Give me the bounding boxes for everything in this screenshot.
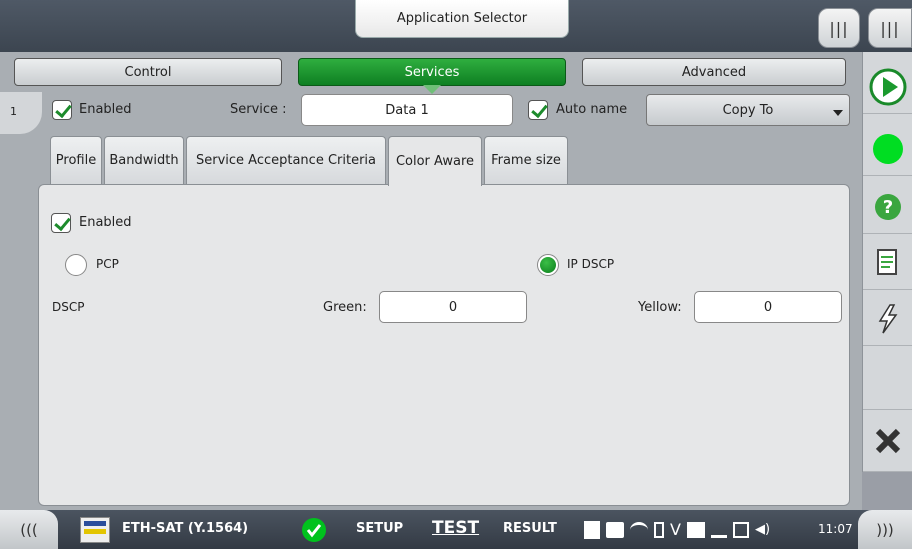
collapse-left-icon[interactable]: (((: [0, 510, 58, 549]
result-link[interactable]: RESULT: [503, 521, 557, 536]
service-index-tab[interactable]: 1: [0, 92, 42, 134]
color-aware-enabled-checkbox[interactable]: [51, 213, 71, 233]
service-name-input[interactable]: Data 1: [301, 94, 513, 126]
dscp-label: DSCP: [52, 300, 85, 314]
lightning-icon[interactable]: [863, 292, 912, 346]
v-icon: V: [670, 520, 681, 539]
report-icon[interactable]: [863, 236, 912, 290]
yellow-dscp-value: 0: [763, 299, 773, 315]
network-icon: [732, 521, 749, 538]
svg-text:?: ?: [883, 197, 893, 218]
expand-right-icon[interactable]: ))): [858, 510, 912, 549]
ip-dscp-label: IP DSCP: [567, 257, 615, 271]
service-label: Service :: [230, 102, 287, 117]
tab-frame-size-label: Frame size: [491, 153, 561, 168]
tab-sac-label: Service Acceptance Criteria: [195, 153, 377, 168]
nav-services-button[interactable]: Services: [298, 58, 566, 94]
tab-color-aware[interactable]: Color Aware: [388, 136, 482, 186]
clock: 11:07: [818, 522, 853, 536]
ip-dscp-radio[interactable]: [537, 254, 559, 276]
menu-icon[interactable]: |||: [818, 8, 860, 48]
service-name-value: Data 1: [385, 102, 429, 118]
pcp-radio[interactable]: [65, 254, 87, 276]
color-aware-panel: Enabled PCP IP DSCP DSCP Green: 0 Yellow…: [38, 184, 850, 506]
volume-icon: ◀): [754, 522, 771, 537]
system-tray: V ◀): [584, 520, 770, 539]
green-label: Green:: [323, 300, 367, 315]
application-selector-label: Application Selector: [396, 11, 528, 26]
nav-control-label: Control: [124, 64, 172, 80]
nav-control-button[interactable]: Control: [14, 58, 282, 86]
tab-frame-size[interactable]: Frame size: [484, 136, 568, 184]
service-enabled-label: Enabled: [79, 102, 132, 117]
tab-profile-label: Profile: [55, 153, 97, 168]
check-status-icon: [302, 518, 326, 542]
play-icon[interactable]: [863, 60, 912, 114]
auto-name-label: Auto name: [556, 102, 628, 117]
nav-advanced-button[interactable]: Advanced: [582, 58, 846, 86]
bluetooth-icon: [654, 521, 664, 538]
top-bar: Application Selector ||| |||: [0, 0, 912, 52]
wifi-icon: [630, 521, 648, 538]
nav-advanced-label: Advanced: [681, 64, 747, 80]
copy-to-label: Copy To: [722, 102, 774, 118]
tab-bandwidth-label: Bandwidth: [109, 153, 179, 168]
close-icon[interactable]: [863, 410, 912, 472]
service-index-label: 1: [10, 105, 17, 118]
empty-slot: [863, 348, 912, 410]
app-icon: [80, 517, 110, 543]
status-green-icon: [863, 122, 912, 176]
nav-services-label: Services: [404, 64, 460, 80]
chevron-down-icon: [833, 110, 843, 116]
service-enabled-checkbox[interactable]: [52, 100, 72, 120]
auto-name-checkbox[interactable]: [528, 100, 548, 120]
main-panel: Control Services Advanced 1 Enabled Serv…: [0, 52, 862, 510]
tab-bandwidth[interactable]: Bandwidth: [104, 136, 184, 184]
camera-icon: [606, 521, 624, 538]
service-row: 1 Enabled Service : Data 1 Auto name Cop…: [0, 92, 862, 134]
application-selector-button[interactable]: Application Selector: [355, 0, 569, 38]
test-link[interactable]: TEST: [432, 518, 479, 538]
side-menu-icon[interactable]: |||: [868, 8, 912, 48]
tab-color-aware-label: Color Aware: [395, 154, 475, 169]
status-bar: ((( ETH-SAT (Y.1564) SETUP TEST RESULT V…: [0, 510, 912, 549]
terminal-icon: [686, 521, 705, 538]
top-navigation: Control Services Advanced: [12, 58, 858, 94]
satellite-icon: [710, 522, 727, 538]
copy-to-dropdown[interactable]: Copy To: [646, 94, 850, 126]
right-toolbar: ?: [862, 52, 912, 472]
help-icon[interactable]: ?: [863, 180, 912, 234]
yellow-label: Yellow:: [638, 300, 682, 315]
app-name: ETH-SAT (Y.1564): [122, 521, 249, 536]
pcp-label: PCP: [96, 257, 119, 271]
green-dscp-value: 0: [448, 299, 458, 315]
tab-profile[interactable]: Profile: [50, 136, 102, 184]
power-icon: [584, 520, 600, 539]
tab-service-acceptance-criteria[interactable]: Service Acceptance Criteria: [186, 136, 386, 184]
setup-link[interactable]: SETUP: [356, 521, 403, 536]
yellow-dscp-input[interactable]: 0: [694, 291, 842, 323]
green-dscp-input[interactable]: 0: [379, 291, 527, 323]
color-aware-enabled-label: Enabled: [79, 215, 132, 230]
